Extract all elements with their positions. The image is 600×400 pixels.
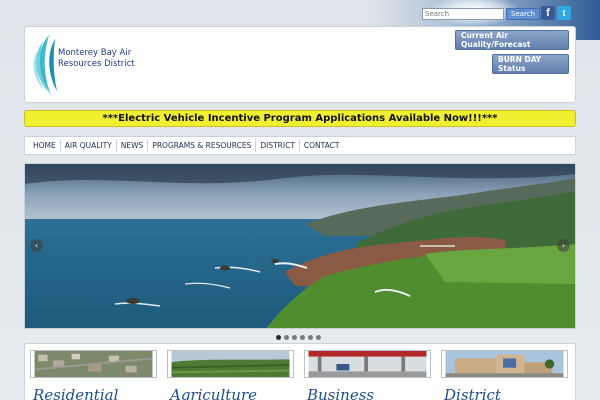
slider-prev-button[interactable]: ‹ xyxy=(30,239,43,252)
search-button[interactable]: Search xyxy=(506,8,541,20)
card-title: Agriculture xyxy=(170,386,257,400)
org-name-line2: Resources District xyxy=(58,59,135,69)
card-district[interactable]: District xyxy=(441,350,568,400)
burn-day-status-button[interactable]: BURN DAY Status xyxy=(492,54,569,74)
slider-dot-5[interactable] xyxy=(308,335,313,340)
slider-next-button[interactable]: › xyxy=(557,239,570,252)
card-title: District xyxy=(444,386,501,400)
slider-dot-3[interactable] xyxy=(292,335,297,340)
announcement-banner[interactable]: ***Electric Vehicle Incentive Program Ap… xyxy=(24,110,576,127)
nav-item-contact[interactable]: CONTACT xyxy=(300,139,344,152)
slider-dot-2[interactable] xyxy=(284,335,289,340)
slider-dot-4[interactable] xyxy=(300,335,305,340)
twitter-icon[interactable]: t xyxy=(557,6,571,20)
coastline-photo xyxy=(25,164,575,328)
card-title: Business xyxy=(307,386,375,400)
slider-dot-6[interactable] xyxy=(316,335,321,340)
card-agriculture[interactable]: Agriculture xyxy=(167,350,294,400)
business-photo xyxy=(304,350,431,378)
agriculture-photo xyxy=(167,350,294,378)
nav-item-programs-resources[interactable]: PROGRAMS & RESOURCES xyxy=(148,139,257,152)
site-header: Monterey Bay Air Resources District Curr… xyxy=(24,26,576,103)
nav-item-home[interactable]: HOME xyxy=(29,139,61,152)
district-photo xyxy=(441,350,568,378)
search-input[interactable] xyxy=(422,8,504,20)
slider-dot-1[interactable] xyxy=(276,335,281,340)
slider-pagination xyxy=(276,335,321,340)
facebook-icon[interactable]: f xyxy=(541,6,555,20)
nav-item-news[interactable]: NEWS xyxy=(117,139,149,152)
residential-photo xyxy=(30,350,157,378)
main-navigation: HOME AIR QUALITY NEWS PROGRAMS & RESOURC… xyxy=(24,136,576,155)
org-name[interactable]: Monterey Bay Air Resources District xyxy=(58,48,168,70)
card-residential[interactable]: Residential xyxy=(30,350,157,400)
nav-item-air-quality[interactable]: AIR QUALITY xyxy=(61,139,117,152)
card-title: Residential xyxy=(33,386,119,400)
search-bar: Search xyxy=(422,8,541,20)
card-business[interactable]: Business xyxy=(304,350,431,400)
hero-slider[interactable]: ‹ › xyxy=(24,163,576,329)
nav-item-district[interactable]: DISTRICT xyxy=(256,139,300,152)
air-quality-forecast-button[interactable]: Current Air Quality/Forecast xyxy=(455,30,569,50)
org-name-line1: Monterey Bay Air xyxy=(58,48,132,58)
category-cards: Residential Agriculture Business Distric… xyxy=(24,343,576,400)
